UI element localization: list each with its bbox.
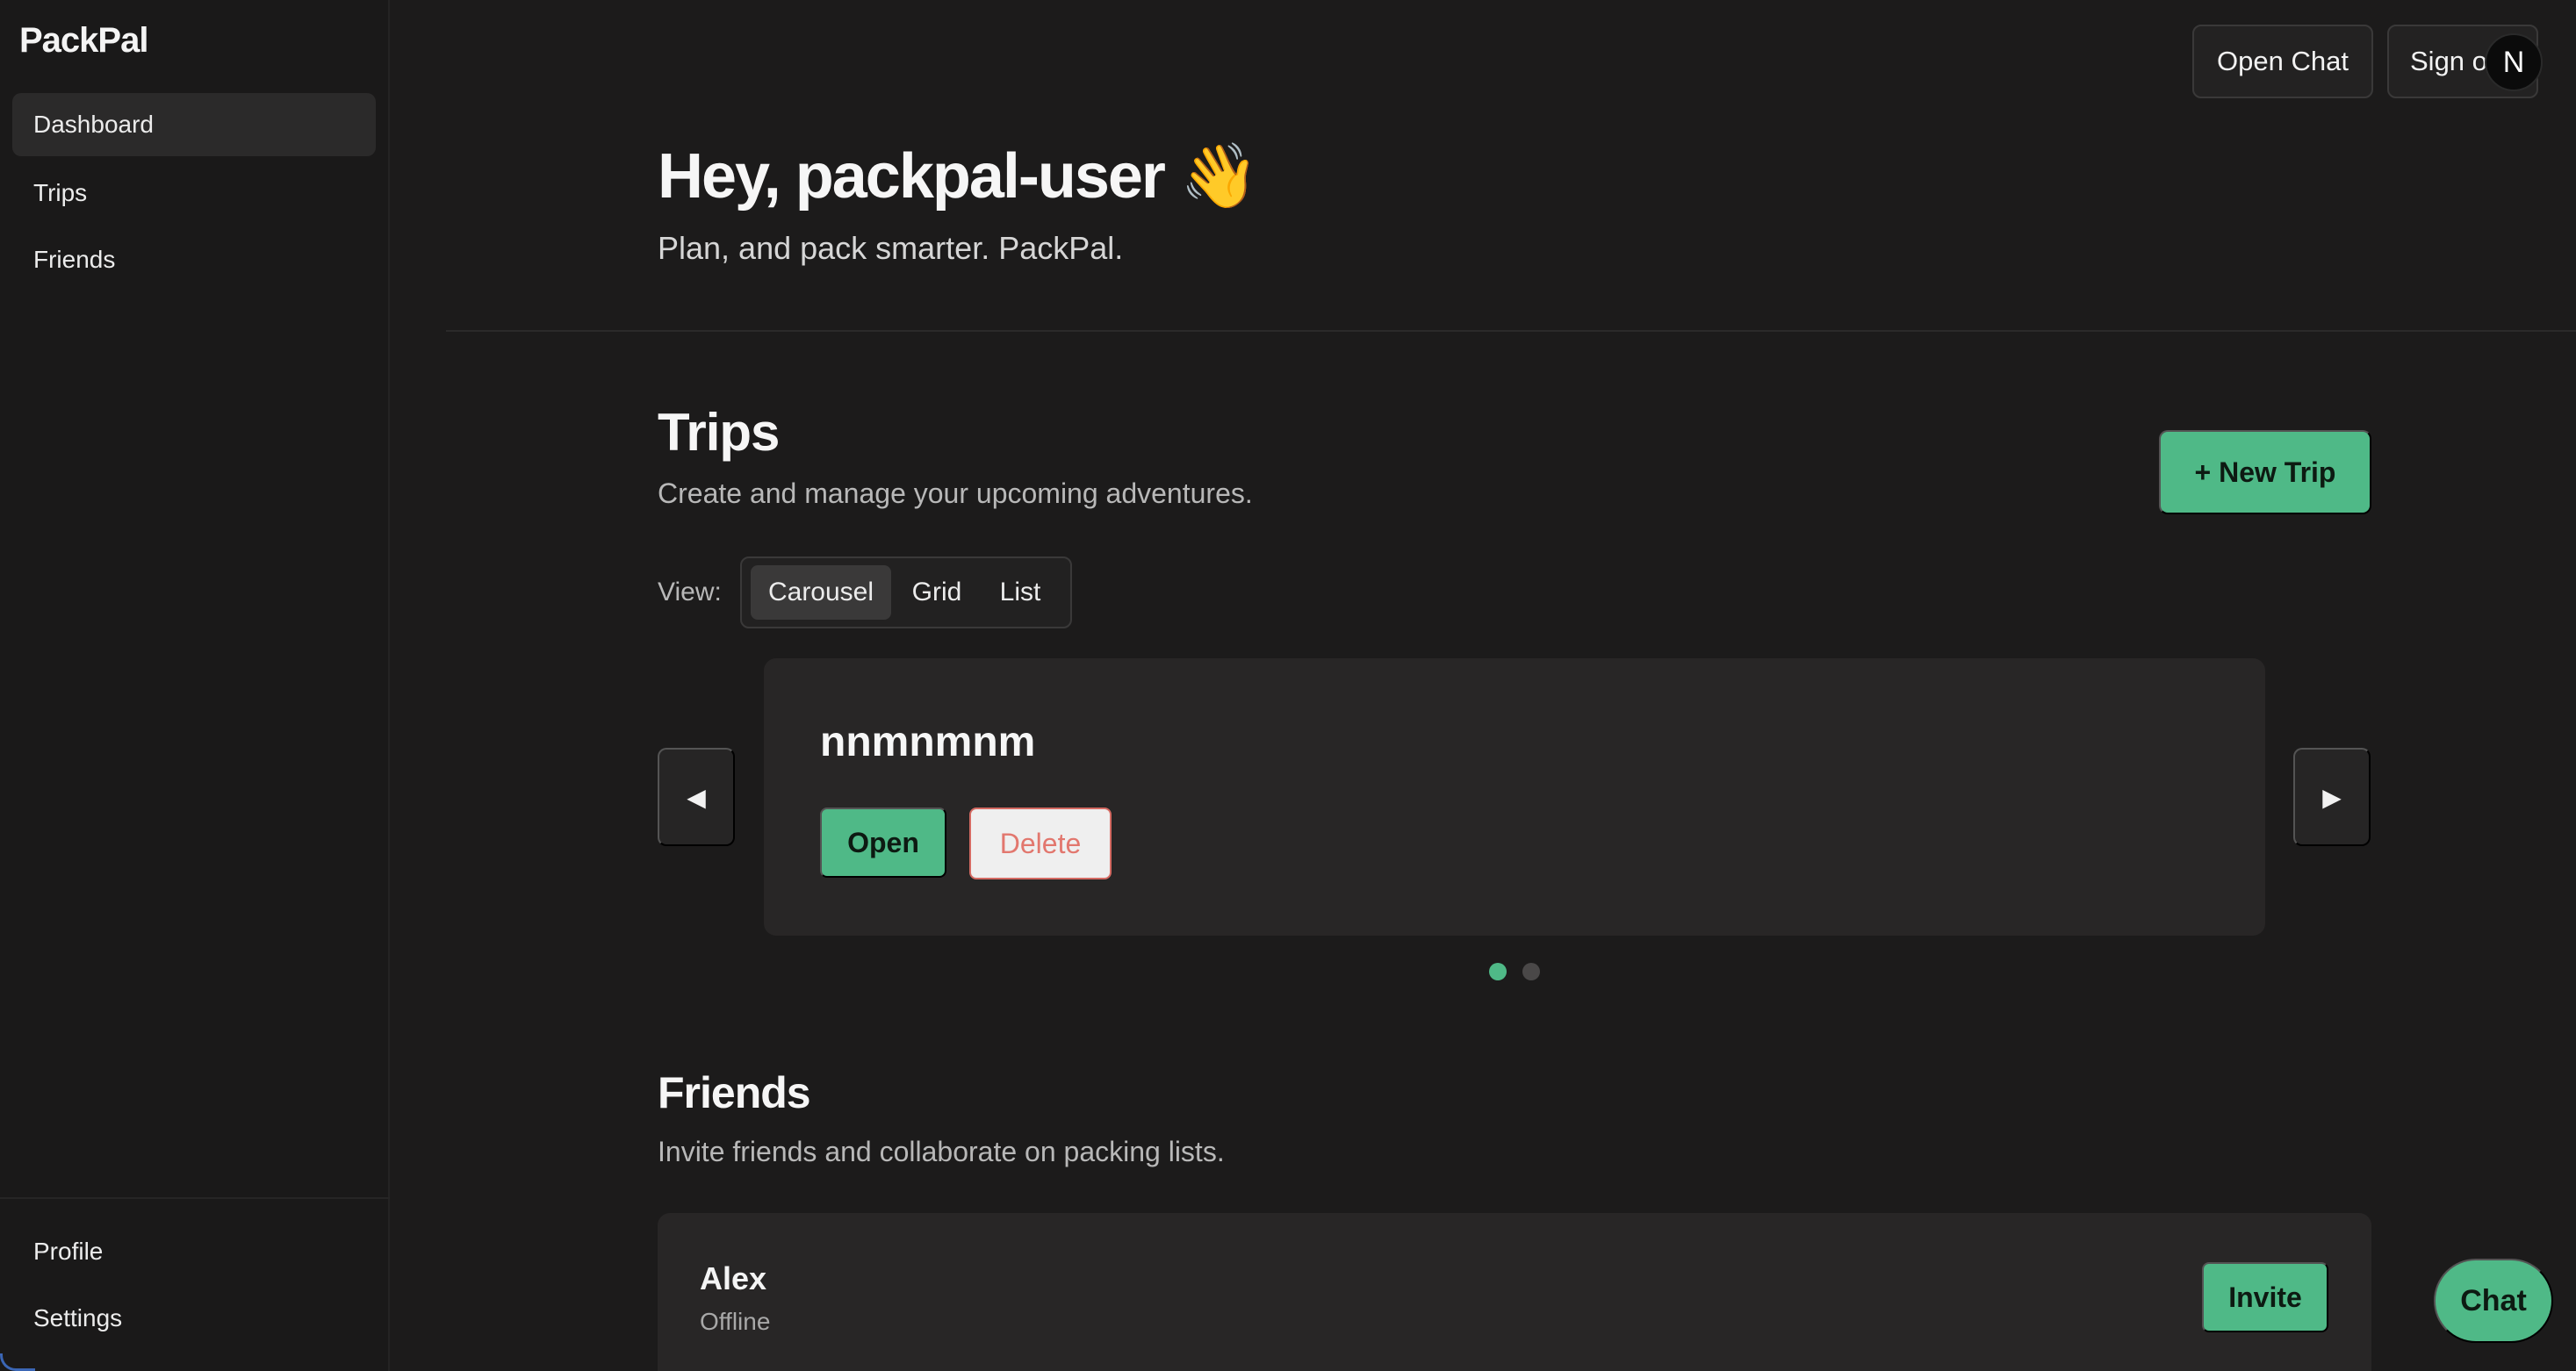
open-chat-button[interactable]: Open Chat xyxy=(2192,25,2373,98)
page-title: Hey, packpal-user 👋 xyxy=(658,141,1259,212)
delete-trip-button[interactable]: Delete xyxy=(969,808,1112,879)
carousel-next-button[interactable]: ▶ xyxy=(2293,748,2371,846)
view-option-grid[interactable]: Grid xyxy=(902,565,972,620)
chat-fab-button[interactable]: Chat xyxy=(2434,1259,2553,1343)
friends-section-title: Friends xyxy=(658,1068,811,1117)
page-tagline: Plan, and pack smarter. PackPal. xyxy=(658,230,1124,266)
view-option-carousel[interactable]: Carousel xyxy=(751,565,891,620)
friend-status: Offline xyxy=(700,1308,771,1335)
friends-section-subtitle: Invite friends and collaborate on packin… xyxy=(658,1136,1225,1167)
sidebar-item-trips[interactable]: Trips xyxy=(12,162,376,225)
chevron-right-icon: ▶ xyxy=(2322,783,2342,811)
trips-section-subtitle: Create and manage your upcoming adventur… xyxy=(658,477,1253,509)
sidebar-item-friends[interactable]: Friends xyxy=(12,228,376,291)
sidebar-item-label: Settings xyxy=(33,1304,123,1332)
trips-section-title: Trips xyxy=(658,403,780,462)
sidebar-divider xyxy=(0,1197,390,1199)
carousel-prev-button[interactable]: ◀ xyxy=(658,748,735,846)
sidebar-item-dashboard[interactable]: Dashboard xyxy=(12,93,376,156)
sidebar-item-settings[interactable]: Settings xyxy=(12,1287,376,1350)
new-trip-button[interactable]: + New Trip xyxy=(2159,430,2371,514)
friend-name: Alex xyxy=(700,1260,767,1296)
open-trip-button[interactable]: Open xyxy=(820,808,946,878)
sidebar-item-label: Trips xyxy=(33,179,88,206)
header-divider xyxy=(446,330,2576,332)
friend-list-item: Alex Offline Invite xyxy=(658,1213,2371,1371)
invite-friend-button[interactable]: Invite xyxy=(2202,1262,2328,1332)
view-label: View: xyxy=(658,578,722,607)
view-option-list[interactable]: List xyxy=(981,565,1060,620)
sidebar-item-profile[interactable]: Profile xyxy=(12,1220,376,1283)
pagination-dot[interactable] xyxy=(1489,963,1507,980)
trip-card: nnmnmnm Open Delete xyxy=(764,658,2265,936)
brand-logo[interactable]: PackPal xyxy=(19,21,148,61)
sidebar-item-label: Friends xyxy=(33,246,116,273)
sidebar-item-label: Profile xyxy=(33,1238,104,1265)
trip-name: nnmnmnm xyxy=(820,719,1036,765)
app-root: PackPal Dashboard Trips Friends Profile … xyxy=(0,0,2576,1371)
pagination-dot[interactable] xyxy=(1522,963,1540,980)
sidebar-item-label: Dashboard xyxy=(33,111,154,138)
sidebar: PackPal Dashboard Trips Friends Profile … xyxy=(0,0,390,1371)
chevron-left-icon: ◀ xyxy=(687,783,706,811)
view-toggle: Carousel Grid List xyxy=(740,556,1072,628)
avatar[interactable]: N xyxy=(2485,33,2543,91)
